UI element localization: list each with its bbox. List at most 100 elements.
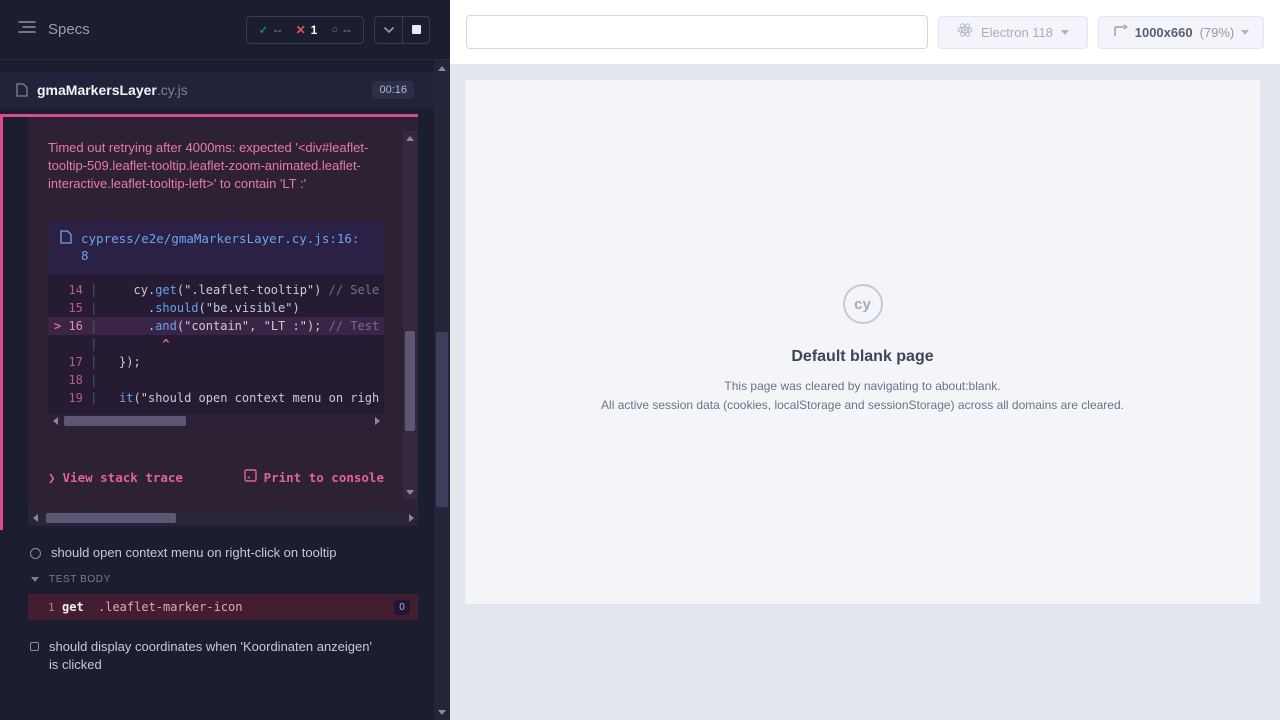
test-body-label: TEST BODY	[49, 574, 111, 585]
blank-page-description-1: This page was cleared by navigating to a…	[724, 379, 1000, 393]
viewport-scale: (79%)	[1200, 25, 1235, 40]
stat-failed: ✕ 1	[296, 23, 318, 37]
scroll-down-arrow[interactable]	[403, 485, 417, 499]
scroll-left-arrow[interactable]	[48, 414, 62, 428]
code-line: 19 | it("should open context menu on rig…	[48, 389, 384, 407]
reporter-sidebar: Specs ✓ -- ✕ 1 ○ --	[0, 0, 450, 720]
console-icon	[244, 469, 257, 485]
spec-timer: 00:16	[372, 81, 414, 99]
scroll-thumb[interactable]	[405, 331, 415, 431]
code-line: 17 | });	[48, 353, 384, 371]
stop-button[interactable]	[402, 17, 429, 43]
test-stats: ✓ -- ✕ 1 ○ --	[246, 16, 364, 44]
code-frame-header: cypress/e2e/gmaMarkersLayer.cy.js:16:8	[48, 220, 384, 274]
header-controls: ✓ -- ✕ 1 ○ --	[246, 16, 430, 44]
error-horizontal-scrollbar	[28, 510, 418, 526]
viewport-icon	[1113, 23, 1128, 43]
test-item-coordinates[interactable]: should display coordinates when 'Koordin…	[0, 638, 418, 674]
test-pending-icon	[30, 642, 39, 651]
stat-passed: ✓ --	[259, 23, 282, 37]
pending-count: --	[343, 23, 351, 37]
error-actions: ❯ View stack trace Print to console	[48, 469, 384, 485]
scroll-thumb[interactable]	[46, 513, 176, 523]
test-title: should open context menu on right-click …	[51, 544, 336, 562]
electron-icon	[957, 22, 973, 43]
chevron-down-icon	[1061, 30, 1069, 35]
cross-icon: ✕	[296, 23, 306, 37]
test-title: should display coordinates when 'Koordin…	[49, 638, 379, 674]
scroll-right-arrow[interactable]	[404, 510, 418, 526]
failed-count: 1	[311, 23, 318, 37]
code-frame-file-link[interactable]: cypress/e2e/gmaMarkersLayer.cy.js:16:8	[81, 230, 361, 264]
scroll-thumb[interactable]	[436, 332, 448, 507]
code-horizontal-scrollbar	[48, 414, 384, 428]
code-line: | ^	[48, 335, 384, 353]
chevron-down-icon	[1241, 30, 1249, 35]
command-method: get	[62, 600, 98, 614]
specs-title: Specs	[48, 21, 90, 38]
specs-list-icon	[18, 20, 36, 39]
reporter-header: Specs ✓ -- ✕ 1 ○ --	[0, 0, 450, 60]
browser-name: Electron 118	[981, 25, 1053, 40]
left-arrow-icon	[53, 417, 58, 425]
aut-iframe: cy Default blank page This page was clea…	[465, 80, 1260, 604]
scroll-up-arrow[interactable]	[403, 131, 417, 145]
scroll-up-arrow[interactable]	[434, 60, 450, 76]
spec-file-icon	[16, 83, 28, 97]
scroll-thumb[interactable]	[64, 416, 186, 426]
failed-test-left-border	[0, 114, 3, 530]
stop-icon	[412, 25, 421, 34]
code-lines: 14 | cy.get(".leaflet-tooltip") // Sele …	[48, 274, 384, 414]
stat-pending: ○ --	[331, 23, 351, 37]
blank-page-title: Default blank page	[791, 348, 933, 366]
pending-circle-icon: ○	[331, 24, 338, 36]
up-arrow-icon	[438, 66, 446, 71]
test-body-section[interactable]: TEST BODY	[0, 574, 418, 585]
file-icon	[60, 230, 72, 264]
up-arrow-icon	[406, 136, 414, 141]
chevron-down-icon	[31, 577, 39, 582]
scroll-down-arrow[interactable]	[434, 704, 450, 720]
command-number: 1	[28, 601, 62, 614]
viewport-size: 1000x660	[1135, 25, 1193, 40]
left-arrow-icon	[33, 514, 38, 522]
command-badge: 0	[394, 600, 410, 615]
scroll-left-arrow[interactable]	[28, 510, 42, 526]
command-message: .leaflet-marker-icon	[98, 600, 243, 614]
reporter-vertical-scrollbar	[434, 60, 450, 720]
url-input[interactable]	[466, 15, 928, 49]
collapse-all-button[interactable]	[375, 17, 402, 43]
code-frame: cypress/e2e/gmaMarkersLayer.cy.js:16:8 1…	[48, 220, 384, 428]
view-stack-trace-link[interactable]: ❯ View stack trace	[48, 470, 183, 485]
down-arrow-icon	[438, 710, 446, 715]
error-vertical-scrollbar	[403, 131, 417, 499]
right-arrow-icon	[375, 417, 380, 425]
stack-trace-label: View stack trace	[63, 470, 183, 485]
cypress-app: Specs ✓ -- ✕ 1 ○ --	[0, 0, 1280, 720]
chevron-right-icon: ❯	[48, 470, 56, 485]
test-item-context-menu[interactable]: should open context menu on right-click …	[0, 544, 418, 562]
code-line: 14 | cy.get(".leaflet-tooltip") // Sele	[48, 281, 384, 299]
test-error-panel: Timed out retrying after 4000ms: expecte…	[28, 117, 418, 510]
browser-select[interactable]: Electron 118	[938, 16, 1088, 49]
run-controls	[374, 16, 430, 44]
scroll-right-arrow[interactable]	[370, 414, 384, 428]
right-arrow-icon	[409, 514, 414, 522]
blank-page-description-2: All active session data (cookies, localS…	[601, 398, 1124, 412]
print-console-label: Print to console	[264, 470, 384, 485]
spec-name: gmaMarkersLayer	[37, 82, 157, 98]
spec-extension: .cy.js	[157, 82, 188, 98]
print-to-console-button[interactable]: Print to console	[244, 469, 384, 485]
specs-menu-button[interactable]	[14, 17, 40, 43]
code-line: 18 |	[48, 371, 384, 389]
code-line: > 16 | .and("contain", "LT :"); // Test	[48, 317, 384, 335]
command-log-entry[interactable]: 1 get .leaflet-marker-icon 0	[28, 594, 418, 620]
test-running-icon	[30, 548, 41, 559]
cypress-logo: cy	[843, 284, 883, 324]
viewport-info[interactable]: 1000x660 (79%)	[1098, 16, 1264, 49]
blank-page-content: cy Default blank page This page was clea…	[465, 80, 1260, 412]
check-icon: ✓	[259, 23, 269, 37]
spec-header[interactable]: gmaMarkersLayer .cy.js 00:16	[0, 72, 434, 108]
passed-count: --	[274, 23, 282, 37]
error-message: Timed out retrying after 4000ms: expecte…	[48, 139, 372, 193]
